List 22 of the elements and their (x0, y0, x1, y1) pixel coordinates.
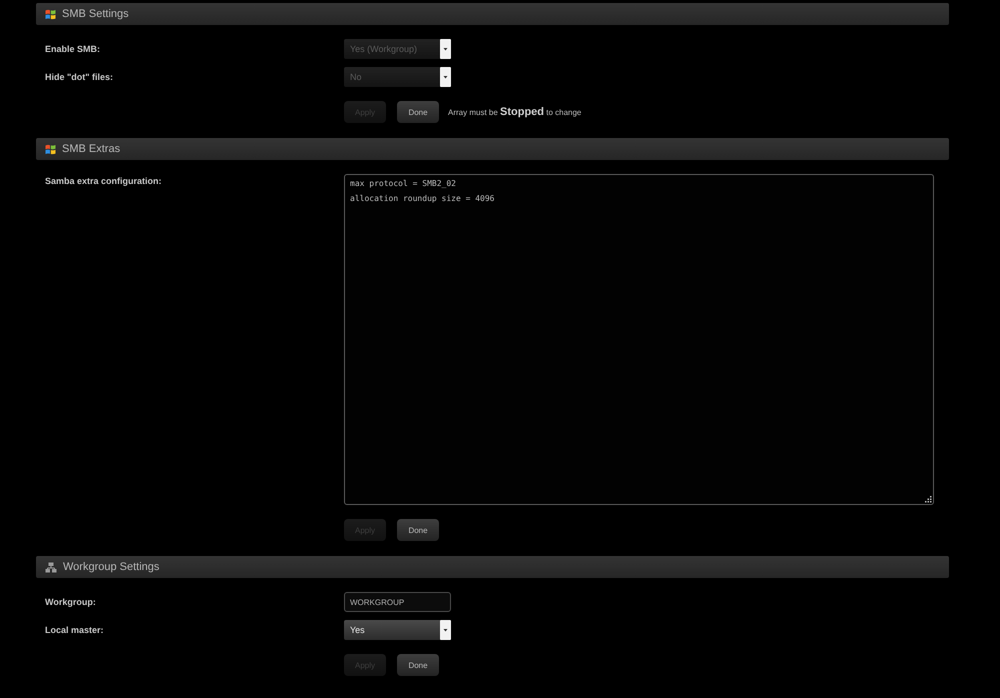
field-label: Samba extra configuration: (45, 175, 162, 186)
done-button[interactable]: Done (397, 654, 439, 676)
caret-icon (440, 67, 451, 87)
dropdown[interactable]: Yes (344, 620, 451, 640)
flag-icon (45, 8, 56, 20)
caret-icon (440, 39, 451, 59)
field-label: Hide "dot" files: (45, 72, 114, 82)
section-title: Workgroup Settings (63, 561, 160, 573)
status-note: Array must be Stopped to change (448, 106, 582, 118)
field-label: Enable SMB: (45, 44, 100, 54)
resize-grip-icon (925, 496, 932, 503)
textarea-field[interactable]: max protocol = SMB2_02 allocation roundup size = 4096 (344, 174, 934, 505)
section-title: SMB Extras (62, 143, 120, 155)
done-button[interactable]: Done (397, 101, 439, 123)
field-label: Workgroup: (45, 597, 96, 607)
caret-icon (440, 620, 451, 640)
network-icon (45, 562, 57, 572)
text-field[interactable]: WORKGROUP (344, 592, 451, 612)
done-button[interactable]: Done (397, 519, 439, 541)
field-label: Local master: (45, 625, 104, 635)
flag-icon (45, 144, 56, 154)
section-title: SMB Settings (62, 8, 129, 20)
